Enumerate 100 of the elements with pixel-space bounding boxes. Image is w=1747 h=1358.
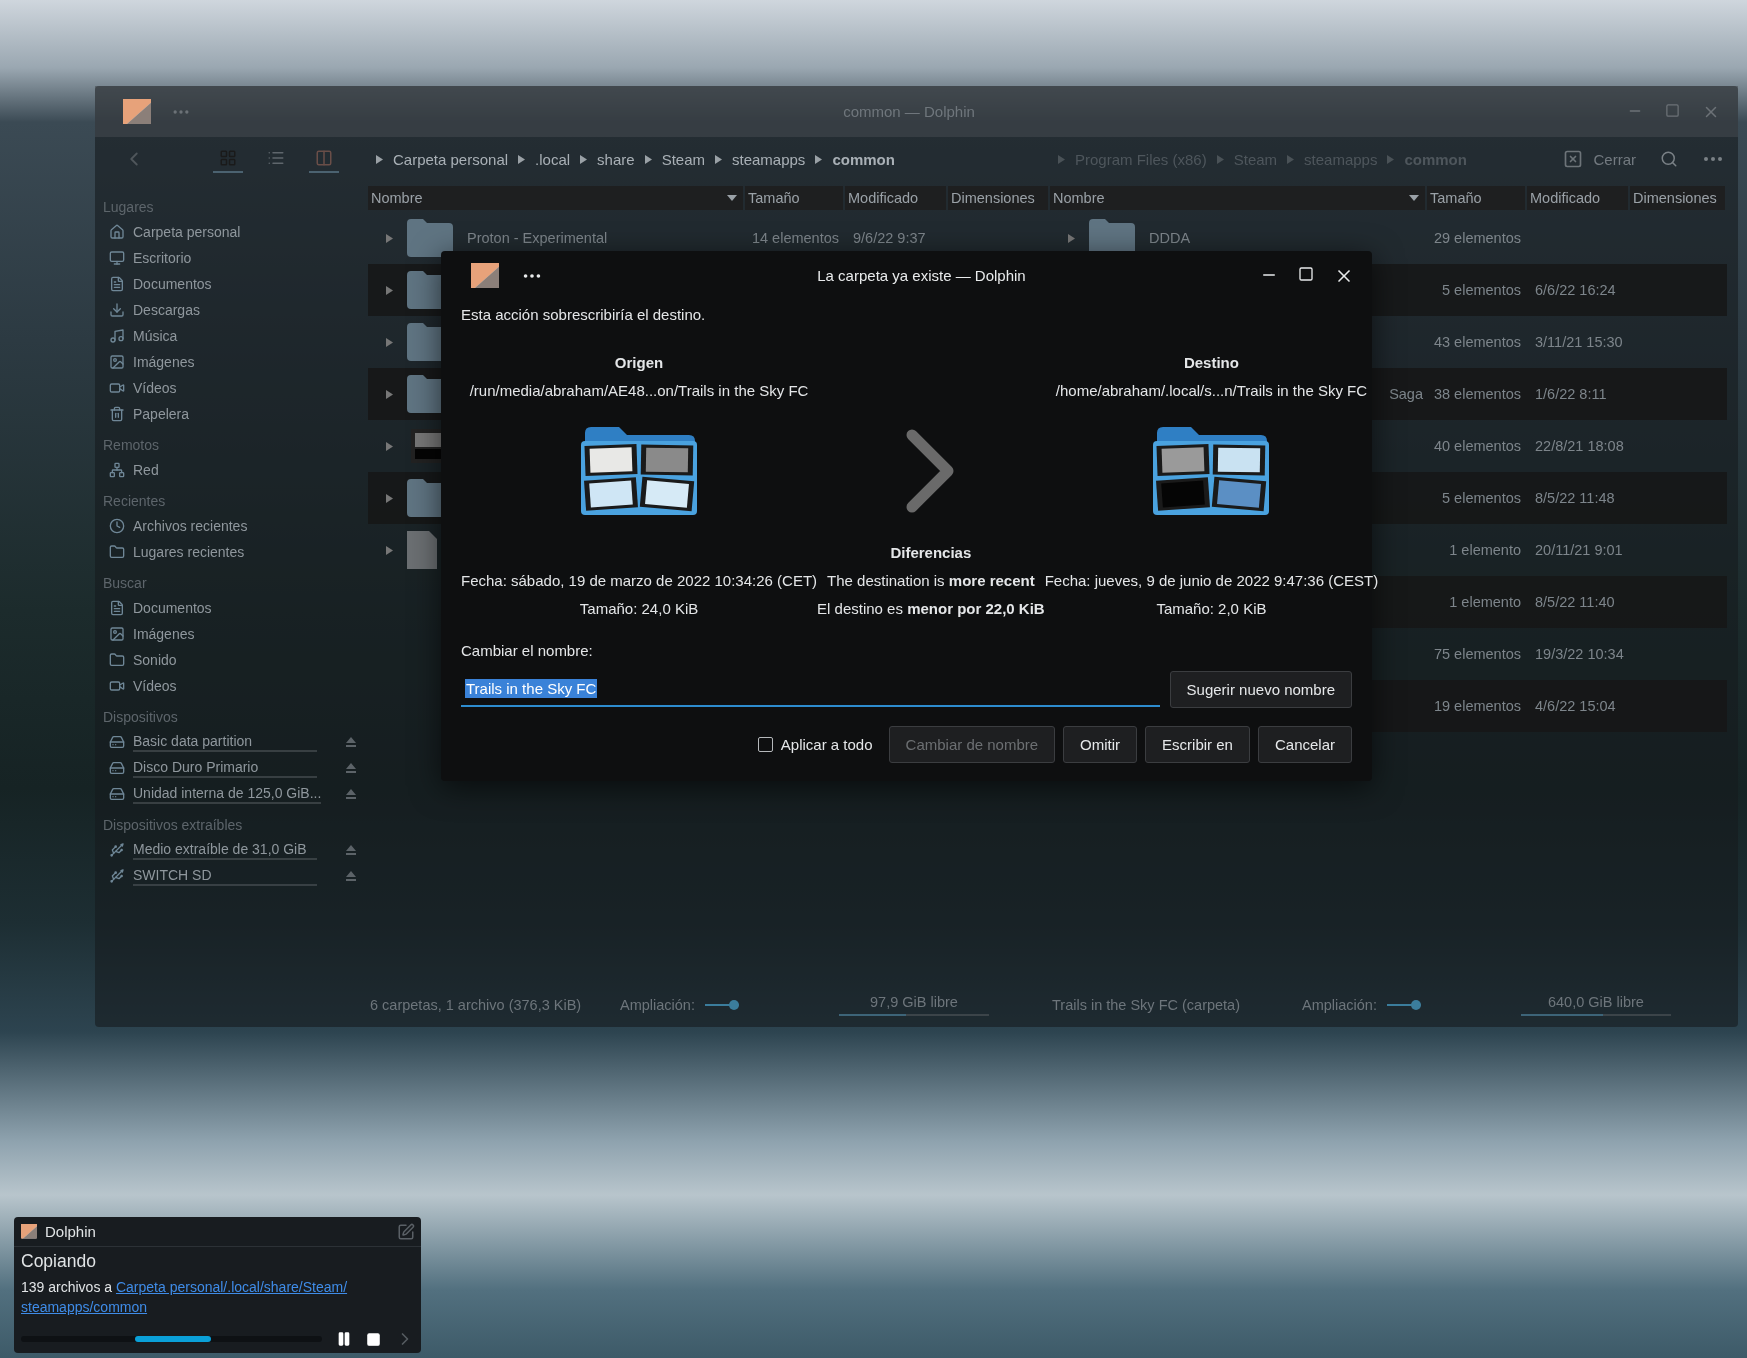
dialog-button[interactable]: Escribir en (1145, 726, 1250, 763)
breadcrumb-item[interactable]: share (597, 150, 635, 168)
sidebar-section-title: Dispositivos (103, 708, 179, 727)
differences-heading: Diferencias (890, 543, 972, 561)
column-header[interactable]: Dimensiones (948, 186, 1048, 210)
sidebar-item[interactable]: Disco Duro Primario (133, 758, 317, 778)
suggest-name-button[interactable]: Sugerir nuevo nombre (1169, 671, 1352, 708)
column-header[interactable]: Dimensiones (1630, 186, 1725, 210)
eject-icon[interactable] (345, 762, 357, 774)
column-header[interactable]: Nombre (368, 186, 743, 210)
item-count: 29 elementos (1433, 230, 1521, 246)
file-name[interactable]: DDDA (1149, 230, 1191, 246)
column-header[interactable]: Tamaño (745, 186, 843, 210)
breadcrumb-item[interactable]: Steam (661, 150, 705, 168)
hard-drive-icon (109, 760, 125, 776)
status-summary: Trails in the Sky FC (carpeta) (1052, 997, 1241, 1013)
sidebar-item[interactable]: Vídeos (133, 379, 177, 397)
folder-icon (109, 544, 125, 560)
free-space-label: 640,0 GiB libre (1548, 994, 1644, 1010)
slider-handle[interactable] (1410, 1000, 1421, 1010)
breadcrumb-item[interactable]: .local (535, 150, 571, 168)
document-icon (109, 276, 125, 292)
home-icon (109, 224, 125, 240)
sidebar-item[interactable]: Vídeos (133, 677, 177, 695)
item-count: 5 elementos (1442, 490, 1521, 506)
expand-arrow-icon[interactable] (386, 545, 393, 555)
breadcrumb-arrow-icon (1387, 154, 1395, 164)
breadcrumb-item[interactable]: common (832, 150, 895, 168)
modified-date: 8/5/22 11:48 (1535, 490, 1615, 506)
column-header[interactable]: Nombre (1050, 186, 1425, 210)
column-header[interactable]: Modificado (1527, 186, 1628, 210)
notification-title: Copiando (21, 1251, 97, 1273)
item-count: 40 elementos (1433, 438, 1521, 454)
source-heading: Origen (614, 353, 664, 371)
expand-arrow-icon[interactable] (386, 233, 393, 243)
slider-handle[interactable] (728, 1000, 739, 1010)
dialog-button[interactable]: Cancelar (1257, 726, 1352, 763)
close-split-button[interactable]: Cerrar (1557, 148, 1642, 170)
sidebar-item[interactable]: Imágenes (133, 353, 195, 371)
window-title: common — Dolphin (842, 103, 976, 120)
sidebar-item[interactable]: Papelera (133, 405, 190, 423)
item-count: 14 elementos (751, 230, 839, 246)
eject-icon[interactable] (345, 844, 357, 856)
folder-link[interactable]: steamapps/common (21, 1299, 148, 1315)
notification-app-name: Dolphin (45, 1223, 97, 1240)
difference-text: The destination is more recent (827, 571, 1035, 589)
sidebar-section-title: Dispositivos extraíbles (103, 816, 244, 835)
breadcrumb-item[interactable]: Carpeta personal (393, 150, 509, 168)
apply-all-checkbox[interactable] (757, 737, 773, 752)
pause-icon[interactable] (336, 1331, 352, 1347)
eject-icon[interactable] (345, 870, 357, 882)
column-header[interactable]: Modificado (845, 186, 946, 210)
breadcrumb-item[interactable]: steamapps (732, 150, 806, 168)
expand-arrow-icon[interactable] (386, 493, 393, 503)
item-count: 5 elementos (1442, 282, 1521, 298)
search-icon (1660, 150, 1678, 168)
dialog-title: La carpeta ya existe — Dolphin (816, 267, 1027, 284)
sidebar-item[interactable]: Medio extraíble de 31,0 GiB (133, 840, 317, 860)
sidebar-item[interactable]: SWITCH SD (133, 866, 317, 886)
dialog-message: Esta acción sobrescribiría el destino. (461, 305, 707, 325)
apply-all-label[interactable]: Aplicar a todo (780, 736, 873, 753)
expand-arrow-icon[interactable] (386, 441, 393, 451)
usb-icon (109, 868, 125, 884)
app-icon (123, 98, 151, 125)
sidebar-item[interactable]: Red (133, 461, 159, 479)
sidebar-item[interactable]: Documentos (133, 599, 212, 617)
expand-arrow-icon[interactable] (1068, 233, 1075, 243)
sidebar-item[interactable]: Carpeta personal (133, 223, 241, 241)
sidebar-item[interactable]: Sonido (133, 651, 177, 669)
sidebar-item[interactable]: Música (133, 327, 178, 345)
eject-icon[interactable] (345, 788, 357, 800)
sidebar-item[interactable]: Documentos (133, 275, 212, 293)
square-pen-icon[interactable] (397, 1222, 415, 1241)
dialog-button[interactable]: Omitir (1063, 726, 1138, 763)
file-name[interactable]: Saga (1389, 386, 1423, 402)
sidebar-item[interactable]: Archivos recientes (133, 517, 248, 535)
column-header[interactable]: Tamaño (1427, 186, 1525, 210)
sidebar-item[interactable]: Escritorio (133, 249, 192, 267)
sidebar-item[interactable]: Descargas (133, 301, 200, 319)
sidebar-item[interactable]: Lugares recientes (133, 543, 245, 561)
expand-arrow-icon[interactable] (386, 285, 393, 295)
expand-arrow-icon[interactable] (386, 389, 393, 399)
file-name[interactable]: Proton - Experimental (467, 230, 608, 246)
sidebar-item[interactable]: Unidad interna de 125,0 GiB... (133, 784, 322, 804)
eject-icon[interactable] (345, 736, 357, 748)
sidebar-item[interactable]: Basic data partition (133, 732, 317, 752)
expand-arrow-icon[interactable] (386, 337, 393, 347)
file-icon (407, 531, 437, 569)
modified-date: 8/5/22 11:40 (1535, 594, 1615, 610)
list-icon (267, 149, 285, 167)
sidebar-item[interactable]: Imágenes (133, 625, 195, 643)
folder-thumbnails-icon (1151, 427, 1272, 515)
destination-path: /home/abraham/.local/s...n/Trails in the Sky FC (1055, 381, 1368, 399)
breadcrumb-arrow-icon (1287, 154, 1295, 164)
source-path: /run/media/abraham/AE48...on/Trails in the Sky FC (469, 381, 809, 399)
stop-icon[interactable] (366, 1331, 381, 1347)
folder-link[interactable]: Carpeta personal/.local/share/Steam/ (115, 1279, 348, 1295)
rename-field[interactable]: Trails in the Sky FC (461, 672, 1160, 707)
destination-heading: Destino (1183, 353, 1239, 371)
difference-text: El destino es menor por 22,0 KiB (817, 599, 1045, 617)
